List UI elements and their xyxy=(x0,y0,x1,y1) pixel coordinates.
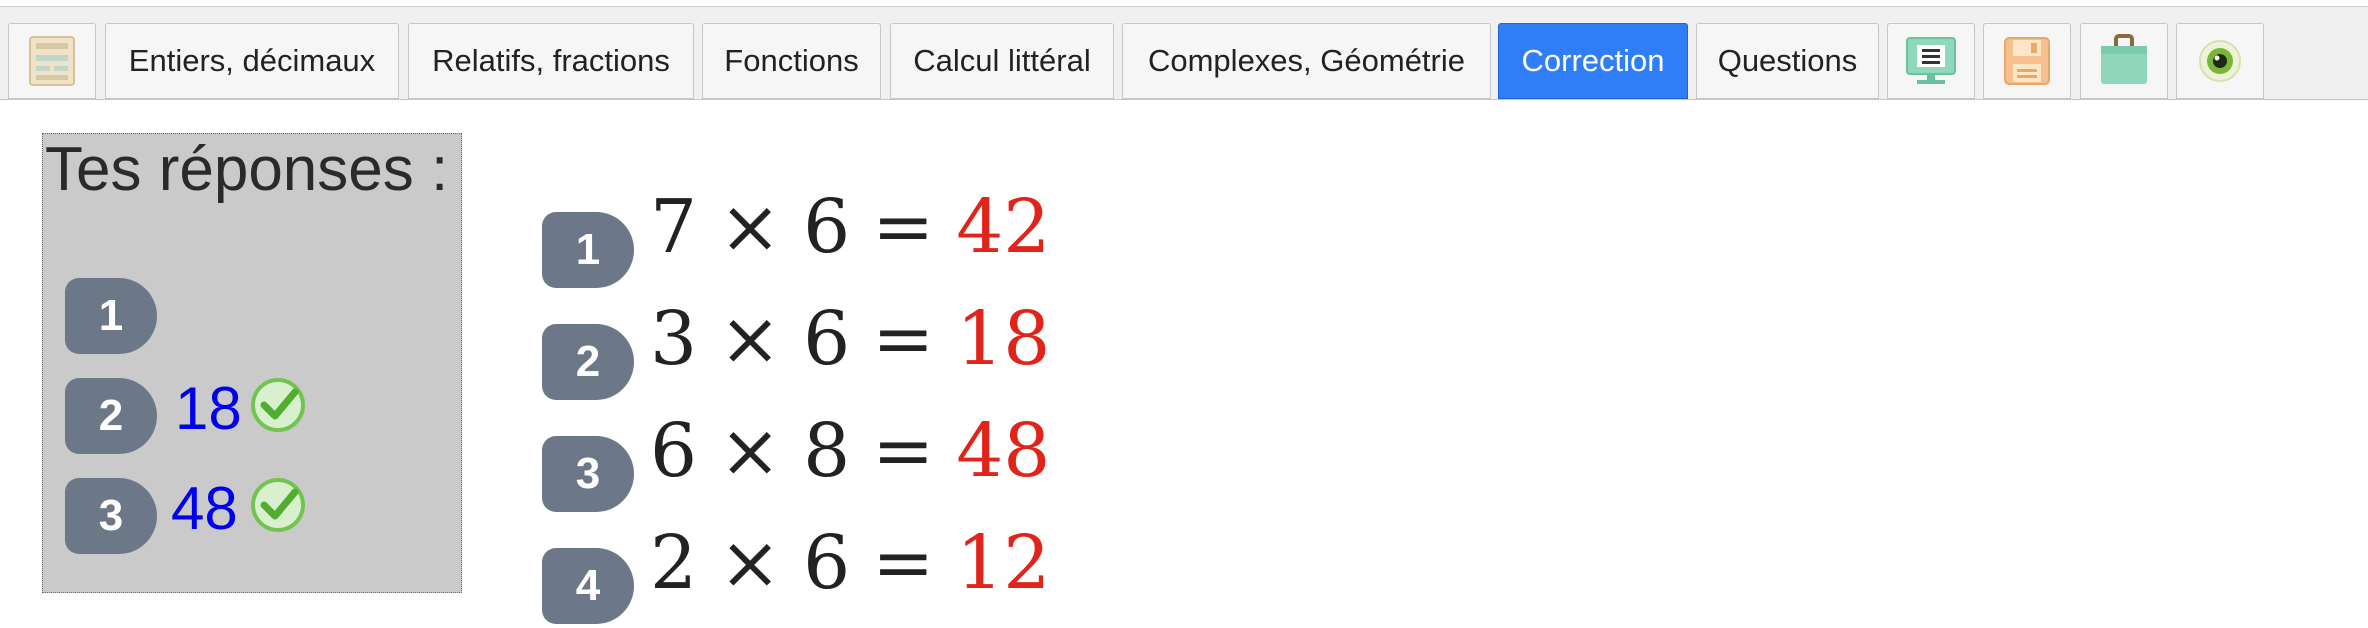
result-value: 12 xyxy=(956,520,1051,606)
correction-number-2: 2 xyxy=(542,324,634,400)
equation-1: 7 × 6 = 42 xyxy=(650,184,1050,270)
operand-a: 2 xyxy=(650,520,698,606)
times-sign: × xyxy=(719,184,782,270)
operand-a: 7 xyxy=(650,184,698,270)
operand-a: 6 xyxy=(650,408,698,494)
equals-sign: = xyxy=(872,520,935,606)
save-icon xyxy=(2004,37,2050,85)
answers-panel: Tes réponses : 1 2 18 3 48 xyxy=(42,133,462,593)
tab-fonctions[interactable]: Fonctions xyxy=(702,23,881,99)
answers-title: Tes réponses : xyxy=(45,135,449,204)
equation-3: 6 × 8 = 48 xyxy=(650,408,1050,494)
correction-number-3: 3 xyxy=(542,436,634,512)
tab-complexes-geometrie[interactable]: Complexes, Géométrie xyxy=(1122,23,1491,99)
eye-icon xyxy=(2199,40,2241,82)
tab-save[interactable] xyxy=(1983,23,2071,99)
result-value: 42 xyxy=(956,184,1051,270)
operand-b: 6 xyxy=(803,184,851,270)
equals-sign: = xyxy=(872,296,935,382)
tab-briefcase[interactable] xyxy=(2080,23,2168,99)
check-icon xyxy=(251,478,305,532)
tab-bar: Entiers, décimaux Relatifs, fractions Fo… xyxy=(0,7,2368,100)
document-icon xyxy=(29,36,75,86)
presentation-icon xyxy=(1906,37,1956,84)
correction-number-1: 1 xyxy=(542,212,634,288)
answer-value-2: 18 xyxy=(175,375,242,442)
equation-2: 3 × 6 = 18 xyxy=(650,296,1050,382)
tab-preview[interactable] xyxy=(2176,23,2264,99)
window-top-border xyxy=(0,0,2368,7)
tab-relatifs-fractions[interactable]: Relatifs, fractions xyxy=(408,23,694,99)
answer-value-3: 48 xyxy=(171,475,238,542)
times-sign: × xyxy=(719,520,782,606)
operand-b: 8 xyxy=(803,408,851,494)
result-value: 18 xyxy=(956,296,1051,382)
times-sign: × xyxy=(719,296,782,382)
answer-number-1: 1 xyxy=(65,278,157,354)
answer-number-2: 2 xyxy=(65,378,157,454)
check-icon xyxy=(251,378,305,432)
tab-questions[interactable]: Questions xyxy=(1696,23,1879,99)
correction-number-4: 4 xyxy=(542,548,634,624)
times-sign: × xyxy=(719,408,782,494)
operand-b: 6 xyxy=(803,520,851,606)
briefcase-icon xyxy=(2101,34,2147,84)
equals-sign: = xyxy=(872,408,935,494)
tab-document[interactable] xyxy=(8,23,96,99)
tab-entiers-decimaux[interactable]: Entiers, décimaux xyxy=(105,23,399,99)
tab-correction[interactable]: Correction xyxy=(1498,23,1688,99)
operand-b: 6 xyxy=(803,296,851,382)
answer-number-3: 3 xyxy=(65,478,157,554)
tab-calcul-litteral[interactable]: Calcul littéral xyxy=(890,23,1114,99)
result-value: 48 xyxy=(956,408,1051,494)
equals-sign: = xyxy=(872,184,935,270)
equation-4: 2 × 6 = 12 xyxy=(650,520,1050,606)
operand-a: 3 xyxy=(650,296,698,382)
tab-presentation[interactable] xyxy=(1887,23,1975,99)
